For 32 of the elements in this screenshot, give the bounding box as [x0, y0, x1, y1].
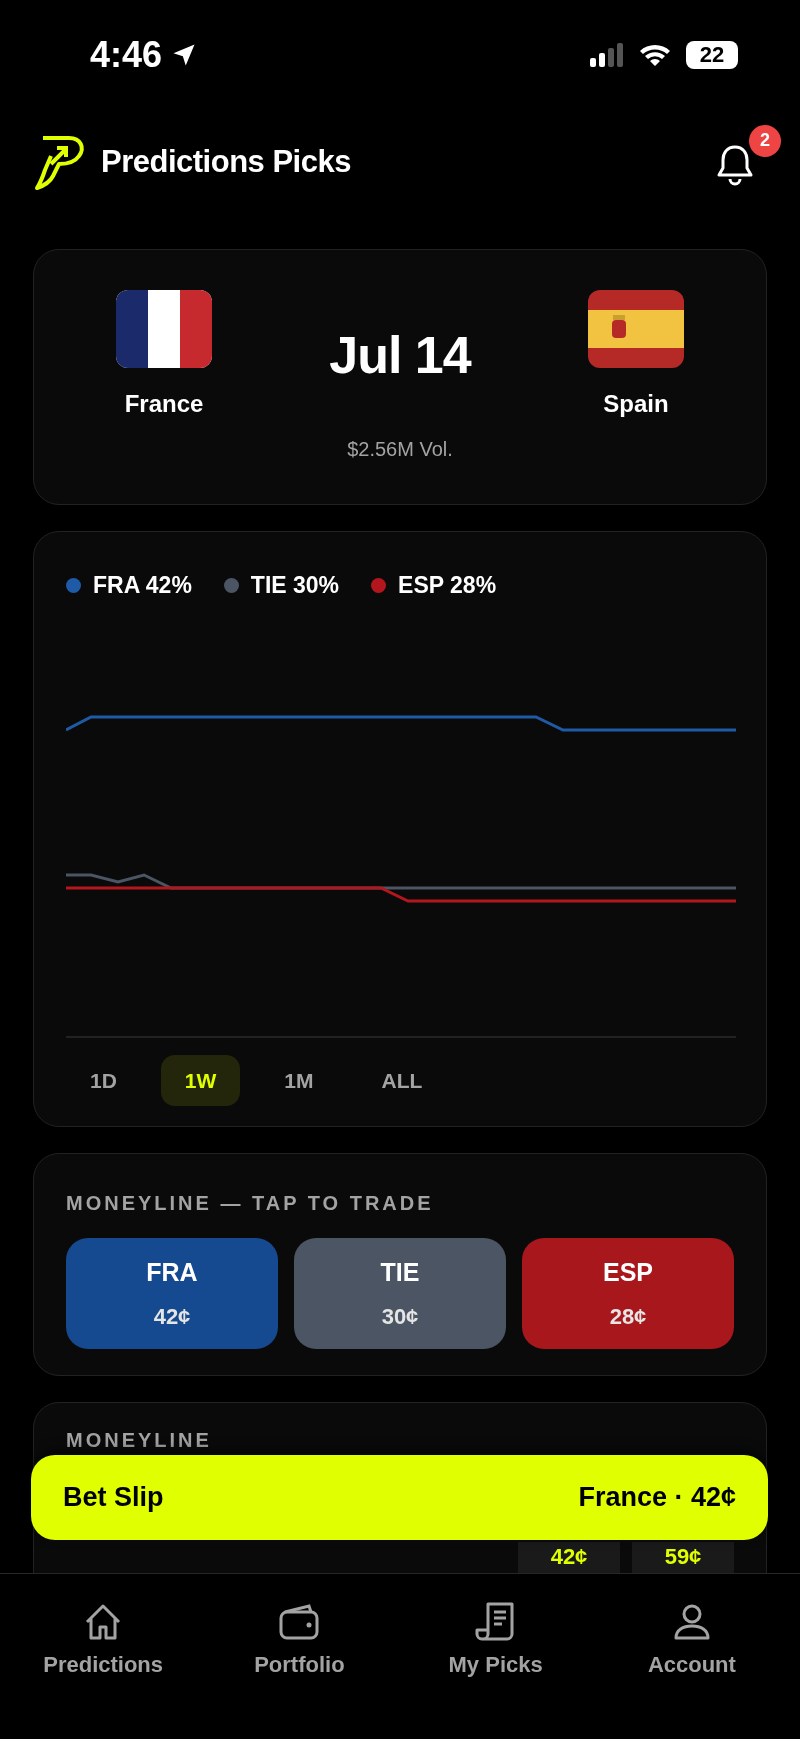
range-tab[interactable]: ALL	[357, 1054, 447, 1106]
team-name: Spain	[603, 389, 669, 419]
match-date: Jul 14	[329, 325, 471, 386]
section-title: MONEYLINE — TAP TO TRADE	[66, 1191, 435, 1216]
app-title: Predictions Picks	[101, 143, 351, 182]
price-button[interactable]: 42¢	[518, 1542, 620, 1573]
bet-slip-bar[interactable]: Bet Slip France · 42¢	[31, 1455, 768, 1540]
clock-time: 4:46	[90, 33, 163, 77]
battery-indicator: 22	[686, 41, 738, 69]
trade-button[interactable]: ESP 28¢	[522, 1238, 734, 1349]
trade-button[interactable]: FRA 42¢	[66, 1238, 278, 1349]
range-tab[interactable]: 1M	[260, 1054, 338, 1106]
team-name: France	[124, 389, 204, 419]
flag-icon	[116, 290, 212, 368]
legend-label: ESP 28%	[398, 571, 497, 600]
nav-tab[interactable]: My Picks	[397, 1574, 594, 1739]
trade-button[interactable]: TIE 30¢	[294, 1238, 506, 1349]
flag-icon	[588, 290, 684, 368]
wifi-icon	[638, 42, 672, 68]
logo-icon	[33, 133, 87, 192]
price-button[interactable]: 59¢	[632, 1542, 734, 1573]
signal-icon	[590, 43, 624, 67]
legend-label: TIE 30%	[250, 571, 340, 600]
volume-text: $2.56M Vol.	[347, 437, 453, 462]
legend-label: FRA 42%	[93, 571, 192, 600]
nav-tab[interactable]: Predictions	[5, 1574, 202, 1739]
section-title: MONEYLINE	[66, 1428, 213, 1453]
notification-badge: 2	[749, 124, 781, 157]
range-tab[interactable]: 1D	[66, 1054, 141, 1106]
nav-tab[interactable]: Account	[593, 1574, 790, 1739]
range-tab[interactable]: 1W	[160, 1054, 241, 1106]
nav-tab[interactable]: Portfolio	[201, 1574, 398, 1739]
